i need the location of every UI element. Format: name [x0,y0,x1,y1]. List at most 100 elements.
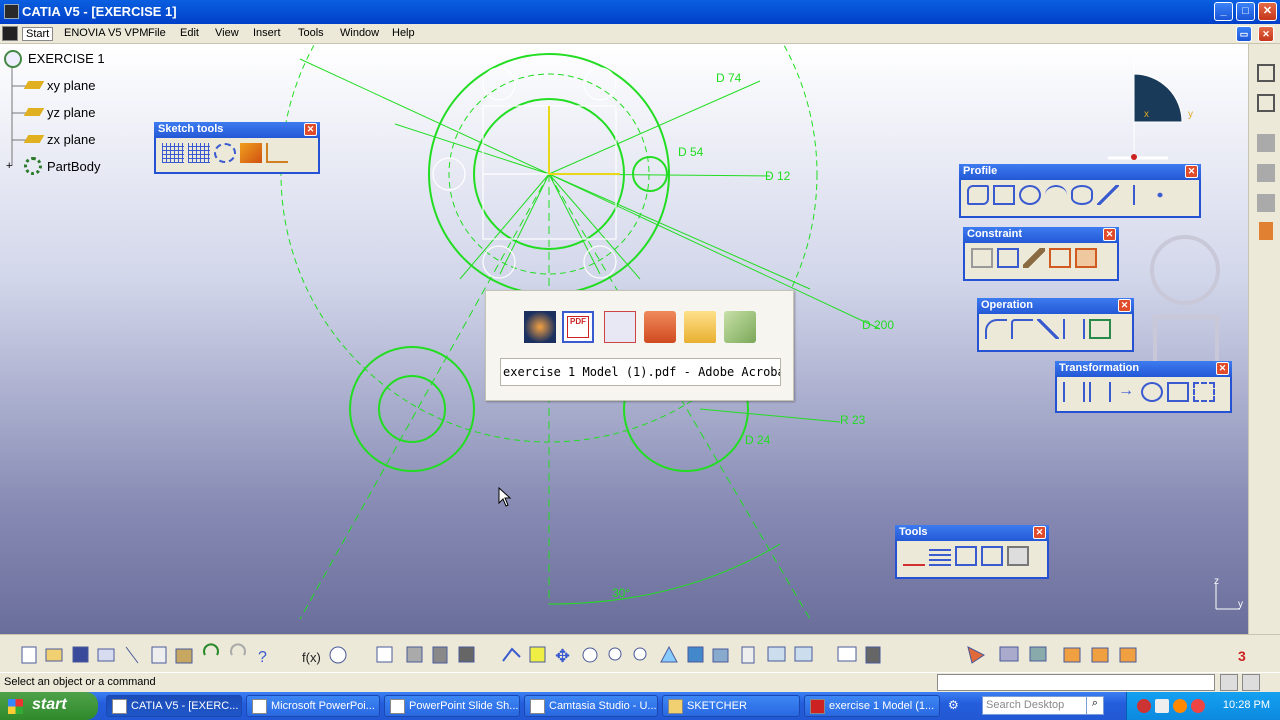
tray-update-icon[interactable] [1191,699,1205,713]
rectangle-icon[interactable] [993,185,1015,205]
chamfer-icon[interactable] [1011,319,1033,339]
workbench-2-icon[interactable] [1257,164,1275,182]
menu-start[interactable]: Start [22,27,54,41]
select-arrow-icon[interactable] [1259,222,1273,240]
input-clear-button[interactable] [1220,674,1238,691]
close-icon[interactable]: ✕ [1216,362,1229,375]
scale-icon[interactable] [1167,382,1189,402]
dimensional-constraints-icon[interactable] [266,143,288,163]
output-feature-icon[interactable] [981,546,1003,566]
toolbar-title[interactable]: Sketch tools ✕ [154,122,320,138]
task-slideshow[interactable]: PowerPoint Slide Sh... [384,695,520,717]
toolbar-title[interactable]: Transformation ✕ [1055,361,1232,377]
tray-network-icon[interactable] [1155,699,1169,713]
sketcher-icon[interactable] [1257,64,1275,82]
tree-item-xy-plane[interactable]: xy plane [47,78,95,93]
powerpoint-task-icon[interactable] [604,311,636,343]
translate-icon[interactable]: → [1115,382,1137,402]
menu-insert[interactable]: Insert [253,27,281,39]
animate-constraint-icon[interactable] [1075,248,1097,268]
part-icon[interactable] [4,50,22,68]
menu-window[interactable]: Window [340,27,379,39]
workbench-3-icon[interactable] [1257,194,1275,212]
tray-security-icon[interactable] [1173,699,1187,713]
ellipse-icon[interactable] [1071,185,1093,205]
constraint-dialog-icon[interactable] [971,248,993,268]
search-icon[interactable]: ⌕ [1086,696,1104,715]
catia-app-icon[interactable] [4,4,19,19]
task-powerpoint[interactable]: Microsoft PowerPoi... [246,695,380,717]
catia-task-icon[interactable] [524,311,556,343]
task-catia[interactable]: CATIA V5 - [EXERC... [106,695,242,717]
menu-tools[interactable]: Tools [298,27,324,39]
offset-icon[interactable] [1193,382,1215,402]
mirror-icon[interactable] [1063,319,1085,339]
auto-constraint-icon[interactable] [1049,248,1071,268]
close-icon[interactable]: ✕ [1185,165,1198,178]
tree-item-yz-plane[interactable]: yz plane [47,105,95,120]
corner-icon[interactable] [985,319,1007,339]
3d-viewport[interactable]: D 74 D 54 D 12 D 200 R 23 D 24 30° z y x… [0,44,1248,634]
symmetry-2-icon[interactable] [1089,382,1111,402]
minimize-button[interactable]: _ [1214,2,1233,21]
construction-geometry-icon[interactable] [903,546,925,566]
snap-grid-icon[interactable] [188,143,210,163]
tray-app-icon[interactable] [1137,699,1151,713]
toolbar-title[interactable]: Profile ✕ [959,164,1201,180]
tree-item-partbody[interactable]: PartBody [47,159,100,174]
doc-restore-button[interactable]: ▭ [1236,26,1252,42]
powerpoint-show-task-icon[interactable] [644,311,676,343]
close-button[interactable]: ✕ [1258,2,1277,21]
point-icon[interactable] [1149,185,1171,205]
menu-edit[interactable]: Edit [180,27,199,39]
solving-status-icon[interactable] [955,546,977,566]
sketch-analysis-icon[interactable] [929,546,951,566]
menu-help[interactable]: Help [392,27,415,39]
fix-together-icon[interactable] [1023,248,1045,268]
tree-root[interactable]: EXERCISE 1 [28,51,105,66]
spline-icon[interactable] [1045,185,1067,205]
close-icon[interactable]: ✕ [1033,526,1046,539]
profile-feature-icon[interactable] [1007,546,1029,566]
constraint-icon[interactable] [997,248,1019,268]
maximize-button[interactable]: □ [1236,2,1255,21]
close-icon[interactable]: ✕ [304,123,317,136]
acrobat-task-icon[interactable]: PDF [562,311,594,343]
toolbar-title[interactable]: Tools ✕ [895,525,1049,541]
task-sketcher-folder[interactable]: SKETCHER [662,695,800,717]
tree-item-zx-plane[interactable]: zx plane [47,132,95,147]
power-input-field[interactable] [937,674,1215,691]
task-acrobat[interactable]: exercise 1 Model (1... [804,695,940,717]
camtasia-task-icon[interactable] [724,311,756,343]
project-3d-icon[interactable] [1089,319,1111,339]
toolbar-title[interactable]: Constraint ✕ [963,227,1119,243]
redo-icon [230,643,246,656]
close-icon[interactable]: ✕ [1103,228,1116,241]
menu-enovia[interactable]: ENOVIA V5 VPM [64,27,148,39]
clock[interactable]: 10:28 PM [1223,699,1270,711]
task-camtasia[interactable]: Camtasia Studio - U... [524,695,658,717]
line-icon[interactable] [1097,185,1119,205]
input-apply-button[interactable] [1242,674,1260,691]
grid-icon[interactable] [162,143,184,163]
geometric-constraints-icon[interactable] [240,143,262,163]
close-icon[interactable]: ✕ [1118,299,1131,312]
menu-file[interactable]: File [148,27,166,39]
trim-icon[interactable] [1037,319,1059,339]
circle-icon[interactable] [1019,185,1041,205]
doc-close-button[interactable]: ✕ [1258,26,1274,42]
construction-icon[interactable] [214,143,236,163]
folder-task-icon[interactable] [684,311,716,343]
document-icon[interactable] [2,26,18,41]
deskbar-icon[interactable]: ⚙ [948,698,972,714]
symmetry-icon[interactable] [1063,382,1085,402]
axis-icon[interactable] [1123,185,1145,205]
workbench-icon[interactable] [1257,134,1275,152]
expand-plus-icon[interactable]: + [6,160,12,172]
rotate-icon[interactable] [1141,382,1163,402]
search-desktop-input[interactable]: Search Desktop [982,696,1102,715]
profile-icon[interactable] [967,185,989,205]
exit-workbench-icon[interactable] [1257,94,1275,112]
toolbar-title[interactable]: Operation ✕ [977,298,1134,314]
menu-view[interactable]: View [215,27,239,39]
